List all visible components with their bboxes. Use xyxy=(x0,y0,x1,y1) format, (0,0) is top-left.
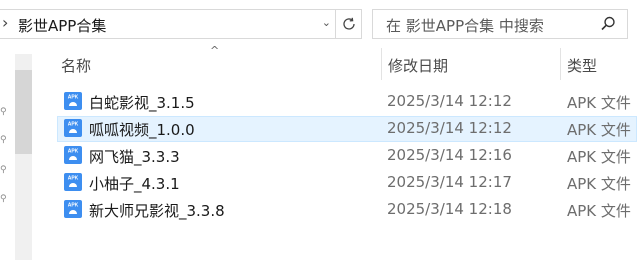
file-row[interactable]: APK 网飞猫_3.3.3 2025/3/14 12:16 APK 文件 xyxy=(57,143,637,169)
apk-file-icon: APK xyxy=(64,173,82,191)
file-type: APK 文件 xyxy=(567,121,631,139)
refresh-icon xyxy=(342,17,355,30)
column-divider[interactable] xyxy=(560,48,561,80)
svg-text:APK: APK xyxy=(68,95,79,101)
svg-text:APK: APK xyxy=(68,149,79,155)
file-date: 2025/3/14 12:16 xyxy=(387,146,512,164)
column-header-type[interactable]: 类型 xyxy=(567,55,597,76)
pin-icon: ⚲ xyxy=(0,107,7,117)
search-placeholder: 在 影世APP合集 中搜索 xyxy=(386,17,544,35)
file-type: APK 文件 xyxy=(567,94,631,112)
pin-icon: ⚲ xyxy=(0,135,7,145)
search-icon[interactable] xyxy=(599,15,617,33)
file-row[interactable]: APK 白蛇影视_3.1.5 2025/3/14 12:12 APK 文件 xyxy=(57,89,637,115)
apk-file-icon: APK xyxy=(64,92,82,110)
file-type: APK 文件 xyxy=(567,148,631,166)
refresh-button[interactable] xyxy=(336,9,362,39)
sort-ascending-icon: ^ xyxy=(210,44,220,57)
pin-icon: ⚲ xyxy=(0,194,7,204)
column-header-date[interactable]: 修改日期 xyxy=(388,55,448,76)
svg-text:APK: APK xyxy=(68,122,79,128)
column-header-name[interactable]: 名称 xyxy=(61,55,91,76)
apk-file-icon: APK xyxy=(64,119,82,137)
search-input[interactable]: 在 影世APP合集 中搜索 xyxy=(372,9,628,39)
column-divider[interactable] xyxy=(381,48,382,80)
file-date: 2025/3/14 12:18 xyxy=(387,200,512,218)
address-bar[interactable]: › 影世APP合集 ⌄ xyxy=(0,9,336,39)
navigation-bar: › 影世APP合集 ⌄ 在 影世APP合集 中搜索 xyxy=(0,0,637,48)
file-name: 呱呱视频_1.0.0 xyxy=(89,121,195,139)
scrollbar-thumb[interactable] xyxy=(15,70,32,154)
file-name: 新大师兄影视_3.3.8 xyxy=(89,202,225,220)
svg-text:APK: APK xyxy=(68,203,79,209)
chevron-down-icon[interactable]: ⌄ xyxy=(322,16,331,29)
file-row[interactable]: APK 新大师兄影视_3.3.8 2025/3/14 12:18 APK 文件 xyxy=(57,197,637,223)
svg-text:APK: APK xyxy=(68,176,79,182)
file-date: 2025/3/14 12:17 xyxy=(387,173,512,191)
file-name: 小柚子_4.3.1 xyxy=(89,175,180,193)
file-type: APK 文件 xyxy=(567,175,631,193)
apk-file-icon: APK xyxy=(64,146,82,164)
file-row[interactable]: APK 呱呱视频_1.0.0 2025/3/14 12:12 APK 文件 xyxy=(57,116,637,142)
file-date: 2025/3/14 12:12 xyxy=(387,92,512,110)
pin-icon: ⚲ xyxy=(0,165,7,175)
file-name: 白蛇影视_3.1.5 xyxy=(89,94,195,112)
apk-file-icon: APK xyxy=(64,200,82,218)
file-date: 2025/3/14 12:12 xyxy=(387,119,512,137)
address-path[interactable]: 影世APP合集 xyxy=(18,15,106,36)
file-type: APK 文件 xyxy=(567,202,631,220)
chevron-right-icon[interactable]: › xyxy=(2,13,8,32)
file-row[interactable]: APK 小柚子_4.3.1 2025/3/14 12:17 APK 文件 xyxy=(57,170,637,196)
file-name: 网飞猫_3.3.3 xyxy=(89,148,180,166)
